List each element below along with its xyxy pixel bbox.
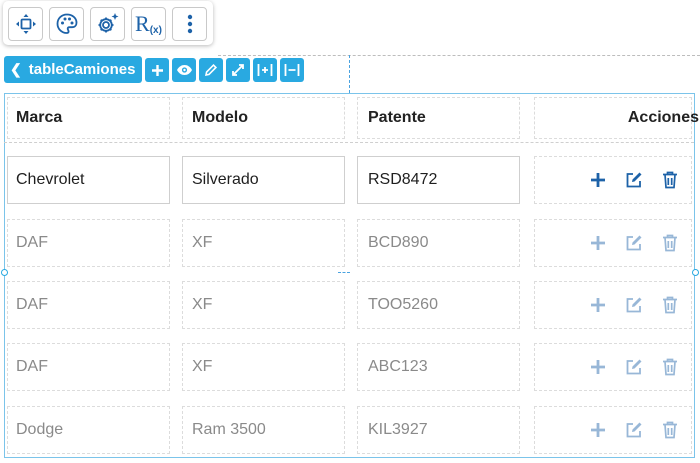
guide-line <box>218 55 700 56</box>
table-row[interactable]: DAF XF ABC123 <box>4 342 694 392</box>
add-row-button[interactable] <box>586 293 610 317</box>
trash-icon <box>662 296 678 314</box>
edit-icon <box>625 296 643 314</box>
edit-icon <box>625 421 643 439</box>
header-acciones: Acciones <box>627 109 699 126</box>
resize-handle[interactable] <box>1 269 8 276</box>
rx-button[interactable]: R(x) <box>131 7 166 41</box>
cell-marca: DAF <box>16 234 48 251</box>
floating-toolbar: R(x) <box>3 1 213 45</box>
row-actions <box>586 405 682 455</box>
cell-patente: BCD890 <box>368 234 429 251</box>
add-row-button[interactable] <box>586 168 610 192</box>
table-row[interactable]: DAF XF TOO5260 <box>4 280 694 330</box>
expand-icon <box>231 63 245 77</box>
guide-line <box>338 272 350 273</box>
table-row[interactable]: Dodge Ram 3500 KIL3927 <box>4 405 694 455</box>
add-icon <box>151 64 164 77</box>
header-patente[interactable]: Patente <box>357 94 527 142</box>
delete-row-button[interactable] <box>658 231 682 255</box>
cell-marca: Dodge <box>16 421 64 438</box>
add-row-button[interactable] <box>586 418 610 442</box>
eye-icon <box>176 64 193 76</box>
pencil-icon <box>204 63 218 77</box>
edit-icon <box>625 358 643 376</box>
move-button[interactable] <box>8 7 43 41</box>
trash-icon <box>662 171 678 189</box>
header-marca[interactable]: Marca <box>5 94 175 142</box>
plus-icon <box>590 297 606 313</box>
component-name: tableCamiones <box>28 61 136 78</box>
plus-icon <box>590 422 606 438</box>
more-vert-icon <box>187 14 193 34</box>
row-actions <box>586 280 682 330</box>
insert-column-button[interactable] <box>253 58 277 82</box>
distribute-button[interactable] <box>280 58 304 82</box>
more-button[interactable] <box>172 7 207 41</box>
edit-row-button[interactable] <box>622 293 646 317</box>
palette-icon <box>55 12 79 36</box>
cell-modelo: XF <box>192 296 213 313</box>
settings-icon <box>95 11 121 37</box>
delete-row-button[interactable] <box>658 418 682 442</box>
cell-patente: KIL3927 <box>368 421 428 438</box>
plus-icon <box>590 172 606 188</box>
delete-row-button[interactable] <box>658 168 682 192</box>
distribute-icon <box>284 63 300 77</box>
delete-row-button[interactable] <box>658 355 682 379</box>
rx-sub-label: (x) <box>149 24 162 36</box>
table-row[interactable]: Chevrolet Silverado RSD8472 <box>4 155 694 205</box>
rx-label: R <box>135 10 150 36</box>
edit-row-button[interactable] <box>622 168 646 192</box>
guide-line <box>349 55 350 93</box>
table-header-row: Marca Modelo Patente Acciones <box>4 94 699 143</box>
edit-row-button[interactable] <box>622 418 646 442</box>
cell-marca: Chevrolet <box>16 171 85 188</box>
table-camiones[interactable] <box>4 93 695 458</box>
trash-icon <box>662 421 678 439</box>
add-row-button[interactable] <box>586 355 610 379</box>
cell-marca: DAF <box>16 296 48 313</box>
move-icon <box>15 13 37 35</box>
edit-icon <box>625 234 643 252</box>
cell-patente: ABC123 <box>368 358 428 375</box>
settings-button[interactable] <box>90 7 125 41</box>
table-row[interactable]: DAF XF BCD890 <box>4 218 694 268</box>
resize-handle[interactable] <box>692 269 699 276</box>
edit-button[interactable] <box>199 58 223 82</box>
style-button[interactable] <box>49 7 84 41</box>
cell-modelo: Silverado <box>192 171 259 188</box>
header-modelo[interactable]: Modelo <box>181 94 351 142</box>
delete-row-button[interactable] <box>658 293 682 317</box>
plus-icon <box>590 235 606 251</box>
component-select-parent[interactable]: ❮ tableCamiones <box>4 56 142 83</box>
row-actions <box>586 342 682 392</box>
trash-icon <box>662 358 678 376</box>
cell-marca: DAF <box>16 358 48 375</box>
edit-row-button[interactable] <box>622 231 646 255</box>
insert-column-icon <box>257 63 273 77</box>
expand-button[interactable] <box>226 58 250 82</box>
rx-icon: R(x) <box>135 10 162 36</box>
cell-modelo: XF <box>192 234 213 251</box>
add-button[interactable] <box>145 58 169 82</box>
cell-patente: RSD8472 <box>368 171 438 188</box>
cell-patente: TOO5260 <box>368 296 438 313</box>
row-actions <box>586 218 682 268</box>
cell-modelo: XF <box>192 358 213 375</box>
trash-icon <box>662 234 678 252</box>
chevron-left-icon: ❮ <box>10 61 22 77</box>
edit-row-button[interactable] <box>622 355 646 379</box>
cell-modelo: Ram 3500 <box>192 421 266 438</box>
row-actions <box>586 155 682 205</box>
edit-icon <box>625 171 643 189</box>
visibility-button[interactable] <box>172 58 196 82</box>
plus-icon <box>590 359 606 375</box>
add-row-button[interactable] <box>586 231 610 255</box>
